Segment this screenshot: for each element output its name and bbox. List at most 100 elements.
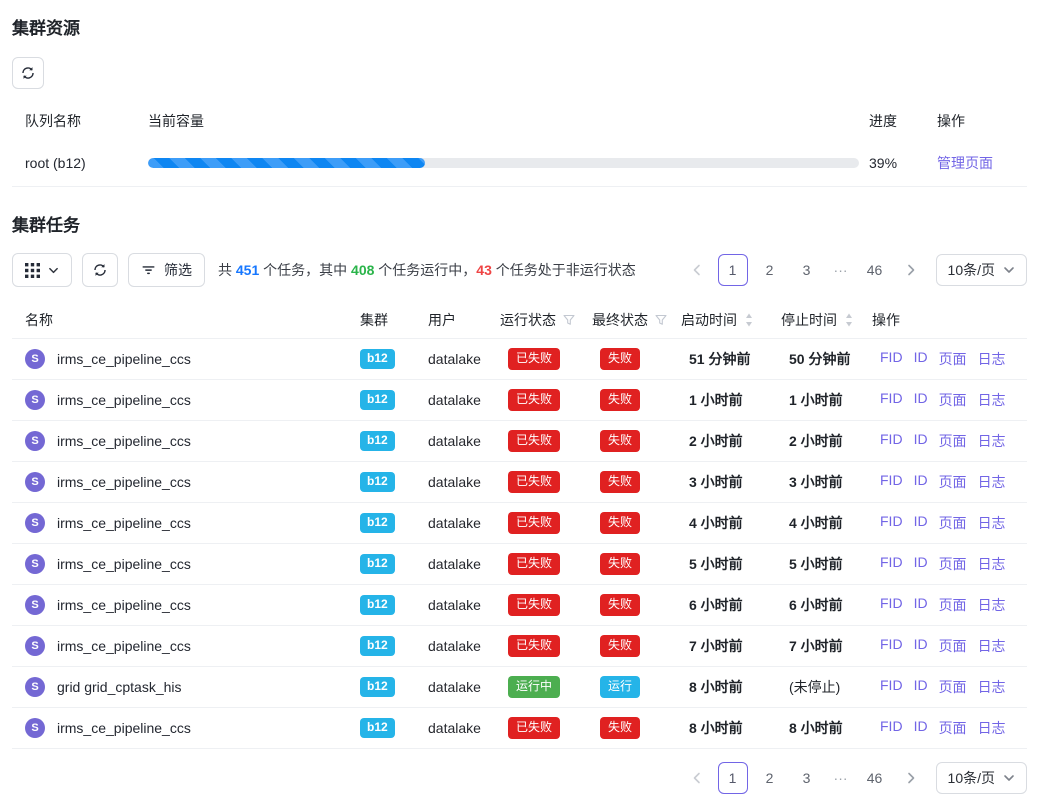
sorter-icon[interactable] <box>844 312 854 328</box>
pagination-ellipsis[interactable]: ··· <box>829 262 853 278</box>
run-status-badge: 已失败 <box>508 512 560 534</box>
ops-cell: FID ID 页面日志 <box>872 390 1027 410</box>
manage-page-link[interactable]: 管理页面 <box>937 155 993 171</box>
op-link-日志[interactable]: 日志 <box>978 595 1006 615</box>
op-link-日志[interactable]: 日志 <box>978 431 1006 451</box>
filter-button[interactable]: 筛选 <box>128 253 205 287</box>
op-link-页面[interactable]: 页面 <box>939 513 967 533</box>
pagination-page-46[interactable]: 46 <box>860 254 890 286</box>
pagination-page-1[interactable]: 1 <box>718 254 748 286</box>
task-name-cell: S irms_ce_pipeline_ccs <box>25 390 360 410</box>
ops-cell: FID ID 页面日志 <box>872 554 1027 574</box>
pagination-prev-button[interactable] <box>683 254 711 286</box>
run-status-cell: 已失败 <box>500 717 592 739</box>
op-link-FID[interactable]: FID <box>880 472 903 492</box>
pagination-ellipsis[interactable]: ··· <box>829 770 853 786</box>
column-header-启动时间[interactable]: 启动时间 <box>681 310 781 330</box>
tasks-refresh-button[interactable] <box>82 253 118 287</box>
op-link-日志[interactable]: 日志 <box>978 554 1006 574</box>
pagination-page-2[interactable]: 2 <box>755 762 785 794</box>
final-status-badge: 失败 <box>600 471 640 493</box>
op-link-FID[interactable]: FID <box>880 349 903 369</box>
op-link-ID[interactable]: ID <box>914 390 928 410</box>
op-link-FID[interactable]: FID <box>880 677 903 697</box>
pagination-page-1[interactable]: 1 <box>718 762 748 794</box>
column-header-运行状态[interactable]: 运行状态 <box>500 310 592 330</box>
op-link-日志[interactable]: 日志 <box>978 636 1006 656</box>
col-queue-name: 队列名称 <box>25 111 148 131</box>
stop-time: 6 小时前 <box>781 595 872 615</box>
filter-funnel-icon[interactable] <box>655 314 667 326</box>
user-cell: datalake <box>428 679 500 695</box>
op-link-页面[interactable]: 页面 <box>939 431 967 451</box>
op-link-ID[interactable]: ID <box>914 472 928 492</box>
op-link-页面[interactable]: 页面 <box>939 554 967 574</box>
user-cell: datalake <box>428 720 500 736</box>
op-link-ID[interactable]: ID <box>914 349 928 369</box>
pagination-prev-button[interactable] <box>683 762 711 794</box>
page-size-select[interactable]: 10条/页 <box>936 254 1027 286</box>
op-link-ID[interactable]: ID <box>914 718 928 738</box>
op-link-页面[interactable]: 页面 <box>939 718 967 738</box>
op-link-页面[interactable]: 页面 <box>939 595 967 615</box>
op-link-页面[interactable]: 页面 <box>939 349 967 369</box>
op-link-ID[interactable]: ID <box>914 636 928 656</box>
op-link-ID[interactable]: ID <box>914 677 928 697</box>
final-status-cell: 失败 <box>592 430 681 452</box>
sorter-icon[interactable] <box>744 312 754 328</box>
op-link-ID[interactable]: ID <box>914 595 928 615</box>
resources-refresh-button[interactable] <box>12 57 44 89</box>
op-link-FID[interactable]: FID <box>880 513 903 533</box>
task-avatar: S <box>25 349 45 369</box>
op-link-日志[interactable]: 日志 <box>978 718 1006 738</box>
column-header-最终状态[interactable]: 最终状态 <box>592 310 681 330</box>
op-link-FID[interactable]: FID <box>880 636 903 656</box>
task-name: irms_ce_pipeline_ccs <box>57 474 191 490</box>
op-link-日志[interactable]: 日志 <box>978 513 1006 533</box>
op-link-FID[interactable]: FID <box>880 718 903 738</box>
op-link-ID[interactable]: ID <box>914 513 928 533</box>
run-status-cell: 已失败 <box>500 471 592 493</box>
op-link-日志[interactable]: 日志 <box>978 677 1006 697</box>
op-link-页面[interactable]: 页面 <box>939 472 967 492</box>
column-label: 停止时间 <box>781 310 837 330</box>
run-status-badge: 已失败 <box>508 389 560 411</box>
task-name: irms_ce_pipeline_ccs <box>57 515 191 531</box>
column-header-停止时间[interactable]: 停止时间 <box>781 310 872 330</box>
op-link-FID[interactable]: FID <box>880 431 903 451</box>
filter-funnel-icon[interactable] <box>563 314 575 326</box>
op-link-页面[interactable]: 页面 <box>939 677 967 697</box>
run-status-cell: 已失败 <box>500 389 592 411</box>
op-link-FID[interactable]: FID <box>880 595 903 615</box>
pagination-next-button[interactable] <box>897 762 925 794</box>
refresh-icon <box>20 65 36 81</box>
pagination-page-3[interactable]: 3 <box>792 254 822 286</box>
op-link-FID[interactable]: FID <box>880 554 903 574</box>
task-name-cell: S irms_ce_pipeline_ccs <box>25 595 360 615</box>
op-link-ID[interactable]: ID <box>914 431 928 451</box>
page-size-select[interactable]: 10条/页 <box>936 762 1027 794</box>
op-link-FID[interactable]: FID <box>880 390 903 410</box>
op-link-日志[interactable]: 日志 <box>978 390 1006 410</box>
column-settings-button[interactable] <box>12 253 72 287</box>
run-status-badge: 已失败 <box>508 553 560 575</box>
refresh-icon <box>92 262 108 278</box>
stats-segment: 个任务处于非运行状态 <box>492 262 636 278</box>
ops-cell: FID ID 页面日志 <box>872 718 1027 738</box>
tasks-table: 名称集群用户运行状态 最终状态 启动时间 停止时间 操作 S irms_ce_p… <box>12 301 1027 749</box>
start-time: 51 分钟前 <box>681 349 781 369</box>
op-link-日志[interactable]: 日志 <box>978 349 1006 369</box>
pagination-page-3[interactable]: 3 <box>792 762 822 794</box>
op-link-页面[interactable]: 页面 <box>939 636 967 656</box>
final-status-cell: 失败 <box>592 512 681 534</box>
op-link-日志[interactable]: 日志 <box>978 472 1006 492</box>
pagination-next-button[interactable] <box>897 254 925 286</box>
stats-segment: 451 <box>236 262 259 278</box>
pagination-page-46[interactable]: 46 <box>860 762 890 794</box>
ops-cell: FID ID 页面日志 <box>872 595 1027 615</box>
final-status-cell: 失败 <box>592 553 681 575</box>
final-status-badge: 运行 <box>600 676 640 698</box>
op-link-ID[interactable]: ID <box>914 554 928 574</box>
op-link-页面[interactable]: 页面 <box>939 390 967 410</box>
pagination-page-2[interactable]: 2 <box>755 254 785 286</box>
